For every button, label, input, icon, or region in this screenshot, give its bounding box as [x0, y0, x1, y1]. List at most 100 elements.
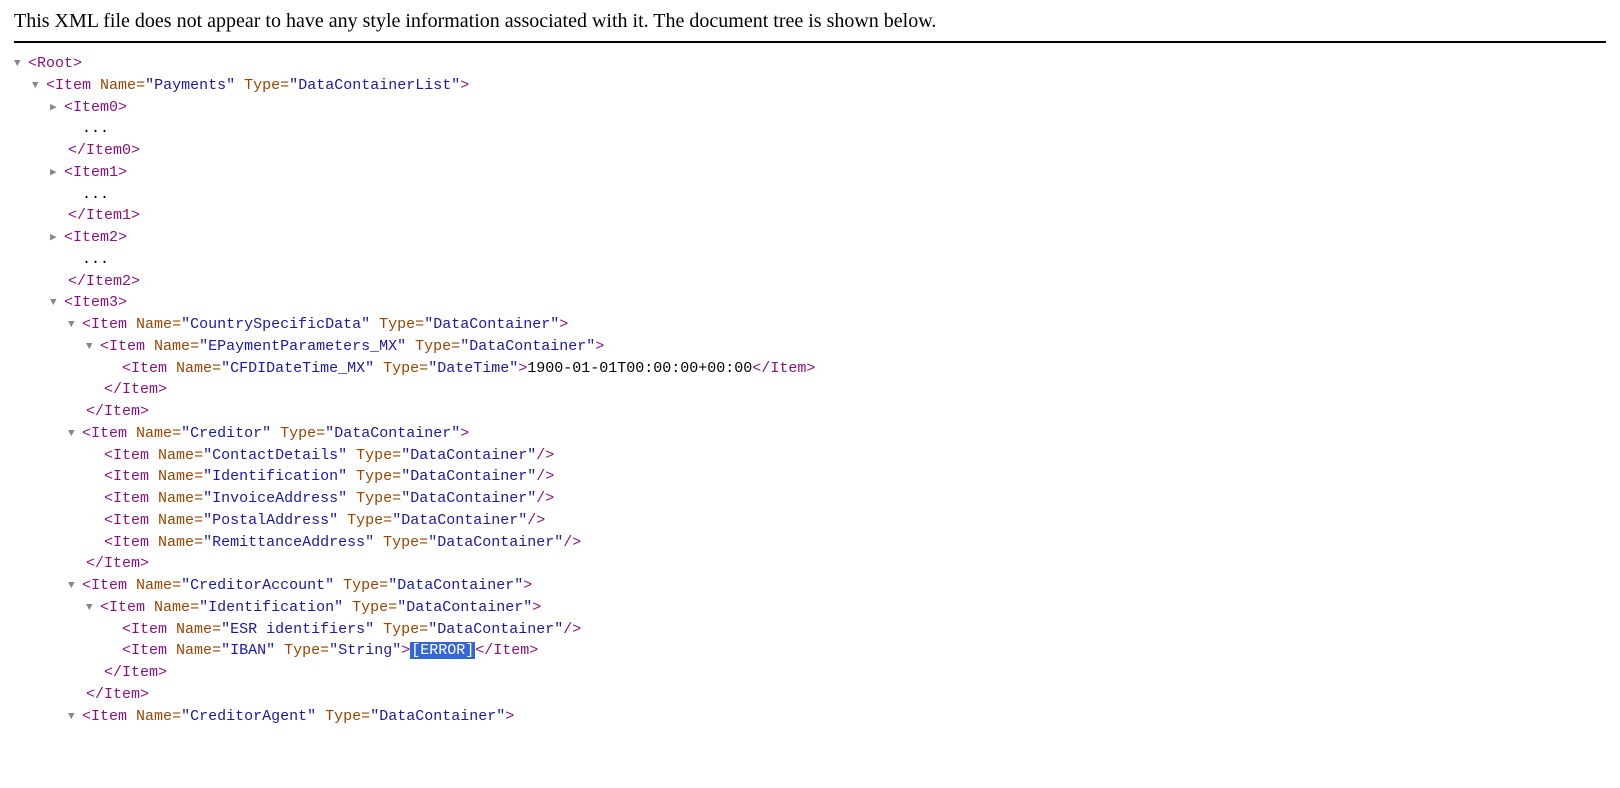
angle-open: < — [100, 599, 109, 616]
tag-name: Item — [122, 381, 158, 398]
xml-node-contact-details[interactable]: <Item Name="ContactDetails" Type="DataCo… — [14, 445, 1606, 467]
xml-node-creditor-agent-open[interactable]: ▼<Item Name="CreditorAgent" Type="DataCo… — [14, 706, 1606, 728]
xml-node-esr-identifiers[interactable]: <Item Name="ESR identifiers" Type="DataC… — [14, 619, 1606, 641]
attr-value: Payments — [154, 77, 226, 94]
attr-name: Type — [244, 77, 280, 94]
xml-node-payments-open[interactable]: ▼<Item Name="Payments" Type="DataContain… — [14, 75, 1606, 97]
angle-open: </ — [752, 360, 770, 377]
quote: " — [338, 468, 347, 485]
xml-node-item3-open[interactable]: ▼<Item3> — [14, 292, 1606, 314]
angle-close: > — [158, 664, 167, 681]
quote: " — [554, 621, 563, 638]
ellipsis: ... — [14, 184, 1606, 206]
toggle-arrow-down-icon[interactable]: ▼ — [68, 579, 82, 595]
quote: " — [181, 708, 190, 725]
angle-open: < — [104, 490, 113, 507]
angle-close: > — [529, 642, 538, 659]
tag-name: Item — [55, 77, 91, 94]
angle-open: < — [122, 642, 131, 659]
attr-value: CountrySpecificData — [190, 316, 361, 333]
attr-name: Type — [415, 338, 451, 355]
quote: " — [325, 577, 334, 594]
xml-node-epayment-parameters-mx-open[interactable]: ▼<Item Name="EPaymentParameters_MX" Type… — [14, 336, 1606, 358]
toggle-arrow-down-icon[interactable]: ▼ — [14, 57, 28, 73]
quote: " — [401, 468, 410, 485]
attr-name: Type — [343, 577, 379, 594]
xml-node-creditor-open[interactable]: ▼<Item Name="Creditor" Type="DataContain… — [14, 423, 1606, 445]
equals: = — [419, 534, 428, 551]
angle-open: </ — [86, 403, 104, 420]
angle-open: < — [82, 577, 91, 594]
toggle-arrow-down-icon[interactable]: ▼ — [68, 318, 82, 334]
tag-name: Item — [131, 642, 167, 659]
equals: = — [320, 642, 329, 659]
toggle-arrow-down-icon[interactable]: ▼ — [68, 710, 82, 726]
xml-node-root-open[interactable]: ▼<Root> — [14, 53, 1606, 75]
quote: " — [266, 642, 275, 659]
xml-node-item1-open[interactable]: ▶<Item1> — [14, 162, 1606, 184]
equals: = — [392, 468, 401, 485]
toggle-arrow-down-icon[interactable]: ▼ — [50, 296, 64, 312]
attr-name: Name — [158, 490, 194, 507]
xml-node-iban[interactable]: <Item Name="IBAN" Type="String">[ERROR]<… — [14, 640, 1606, 662]
equals: = — [392, 490, 401, 507]
xml-node-remittance-address[interactable]: <Item Name="RemittanceAddress" Type="Dat… — [14, 532, 1606, 554]
xml-tree-viewer[interactable]: This XML file does not appear to have an… — [0, 0, 1620, 788]
angle-close: > — [131, 207, 140, 224]
xml-node-item2-open[interactable]: ▶<Item2> — [14, 227, 1606, 249]
angle-close: > — [460, 77, 469, 94]
attr-name: Type — [347, 512, 383, 529]
quote: " — [527, 447, 536, 464]
attr-value: Creditor — [190, 425, 262, 442]
toggle-arrow-right-icon[interactable]: ▶ — [50, 231, 64, 247]
attr-name: Name — [176, 621, 212, 638]
xml-node-identification-nested-open[interactable]: ▼<Item Name="Identification" Type="DataC… — [14, 597, 1606, 619]
self-close: /> — [527, 512, 545, 529]
angle-open: </ — [68, 142, 86, 159]
attr-value: CFDIDateTime_MX — [230, 360, 365, 377]
equals: = — [451, 338, 460, 355]
xml-node-country-specific-data-open[interactable]: ▼<Item Name="CountrySpecificData" Type="… — [14, 314, 1606, 336]
toggle-arrow-right-icon[interactable]: ▶ — [50, 101, 64, 117]
quote: " — [203, 534, 212, 551]
attr-name: Name — [158, 447, 194, 464]
attr-value: DataContainer — [433, 316, 550, 333]
ellipsis: ... — [14, 118, 1606, 140]
toggle-arrow-right-icon[interactable]: ▶ — [50, 166, 64, 182]
angle-open: </ — [68, 273, 86, 290]
xml-node-identification[interactable]: <Item Name="Identification" Type="DataCo… — [14, 466, 1606, 488]
angle-open: < — [82, 708, 91, 725]
attr-name: Name — [136, 577, 172, 594]
xml-node-creditor-account-open[interactable]: ▼<Item Name="CreditorAccount" Type="Data… — [14, 575, 1606, 597]
attr-name: Name — [136, 425, 172, 442]
quote: " — [496, 708, 505, 725]
self-close: /> — [536, 447, 554, 464]
quote: " — [199, 599, 208, 616]
equals: = — [194, 512, 203, 529]
toggle-arrow-down-icon[interactable]: ▼ — [86, 340, 100, 356]
xml-node-postal-address[interactable]: <Item Name="PostalAddress" Type="DataCon… — [14, 510, 1606, 532]
angle-close: > — [118, 99, 127, 116]
xml-node-creditor-close: </Item> — [14, 553, 1606, 575]
self-close: /> — [536, 468, 554, 485]
attr-value: DateTime — [437, 360, 509, 377]
quote: " — [428, 360, 437, 377]
toggle-arrow-down-icon[interactable]: ▼ — [32, 79, 46, 95]
tag-name: Item — [113, 468, 149, 485]
tag-name: Item1 — [73, 164, 118, 181]
attr-name: Type — [356, 468, 392, 485]
xml-node-invoice-address[interactable]: <Item Name="InvoiceAddress" Type="DataCo… — [14, 488, 1606, 510]
angle-open: < — [46, 77, 55, 94]
equals: = — [194, 468, 203, 485]
angle-open: </ — [104, 381, 122, 398]
quote: " — [226, 77, 235, 94]
equals: = — [280, 77, 289, 94]
xml-node-item0-open[interactable]: ▶<Item0> — [14, 97, 1606, 119]
selected-text-error[interactable]: [ERROR] — [410, 642, 475, 659]
attr-value: ContactDetails — [212, 447, 338, 464]
toggle-arrow-down-icon[interactable]: ▼ — [68, 427, 82, 443]
quote: " — [401, 447, 410, 464]
xml-node-cfdi-datetime-mx[interactable]: <Item Name="CFDIDateTime_MX" Type="DateT… — [14, 358, 1606, 380]
quote: " — [365, 621, 374, 638]
toggle-arrow-down-icon[interactable]: ▼ — [86, 601, 100, 617]
